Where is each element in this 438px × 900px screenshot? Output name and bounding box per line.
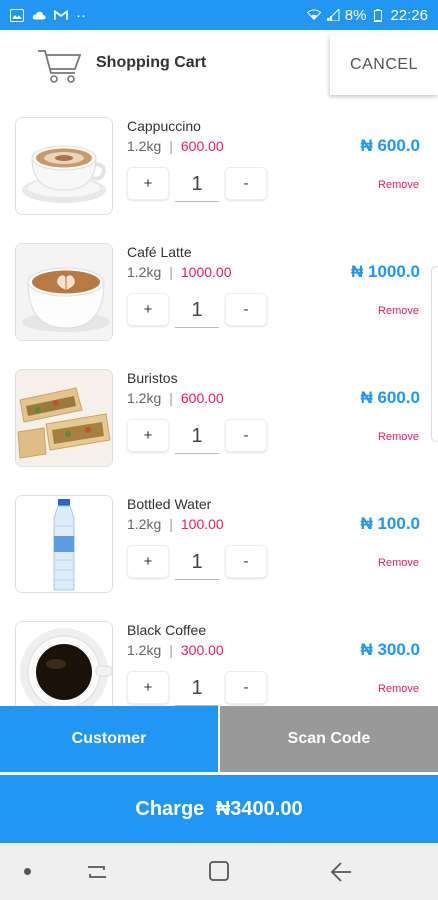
wifi-icon bbox=[306, 8, 321, 22]
quantity-value: 1 bbox=[175, 544, 219, 580]
signal-icon bbox=[326, 8, 340, 22]
increase-qty-button[interactable]: + bbox=[127, 167, 169, 200]
unit-price: 600.00 bbox=[180, 390, 224, 406]
cart-item: Bottled Water 1.2kg | 100.00 + 1 - ₦ 100.0… bbox=[0, 478, 438, 604]
gallery-icon bbox=[10, 8, 24, 22]
gmail-icon bbox=[54, 8, 68, 22]
cart-item: Cappuccino 1.2kg | 600.00 + 1 - ₦ 600.0 Re… bbox=[0, 100, 438, 226]
product-weight: 1.2kg bbox=[127, 642, 162, 658]
unit-price: 600.00 bbox=[180, 138, 224, 154]
charge-amount: ₦3400.00 bbox=[215, 797, 303, 820]
quantity-value: 1 bbox=[175, 418, 219, 454]
navigation-bar bbox=[0, 843, 438, 900]
unit-price: 300.00 bbox=[180, 642, 224, 658]
product-meta: 1.2kg | 600.00 bbox=[127, 390, 224, 406]
unit-price: 100.00 bbox=[180, 516, 224, 532]
quantity-value: 1 bbox=[175, 670, 219, 706]
increase-qty-button[interactable]: + bbox=[127, 671, 169, 704]
line-total: ₦ 100.0 bbox=[360, 514, 420, 533]
product-weight: 1.2kg bbox=[127, 138, 162, 154]
quantity-value: 1 bbox=[175, 166, 219, 202]
status-bar: ·· 8% 22:26 bbox=[0, 0, 438, 30]
battery-icon bbox=[371, 8, 385, 22]
remove-link[interactable]: Remove bbox=[378, 431, 419, 443]
product-meta: 1.2kg | 100.00 bbox=[127, 516, 224, 532]
product-name: Buristos bbox=[127, 370, 178, 386]
decrease-qty-button[interactable]: - bbox=[225, 545, 267, 578]
battery-percent: 8% bbox=[344, 6, 367, 24]
remove-link[interactable]: Remove bbox=[378, 179, 419, 191]
header: Shopping Cart CANCEL bbox=[0, 30, 438, 100]
meta-separator: | bbox=[169, 642, 173, 658]
line-total: ₦ 1000.0 bbox=[351, 262, 420, 281]
cart-item: Black Coffee 1.2kg | 300.00 + 1 - ₦ 300.0 … bbox=[0, 604, 438, 706]
product-meta: 1.2kg | 600.00 bbox=[127, 138, 224, 154]
product-weight: 1.2kg bbox=[127, 516, 162, 532]
product-name: Cappuccino bbox=[127, 118, 201, 134]
cancel-button[interactable]: CANCEL bbox=[330, 35, 438, 95]
increase-qty-button[interactable]: + bbox=[127, 419, 169, 452]
product-weight: 1.2kg bbox=[127, 390, 162, 406]
decrease-qty-button[interactable]: - bbox=[225, 419, 267, 452]
increase-qty-button[interactable]: + bbox=[127, 293, 169, 326]
customer-button[interactable]: Customer bbox=[0, 706, 218, 772]
remove-link[interactable]: Remove bbox=[378, 305, 419, 317]
meta-separator: | bbox=[169, 138, 173, 154]
nav-dot-icon[interactable] bbox=[24, 868, 31, 875]
product-weight: 1.2kg bbox=[127, 264, 162, 280]
decrease-qty-button[interactable]: - bbox=[225, 293, 267, 326]
meta-separator: | bbox=[169, 516, 173, 532]
remove-link[interactable]: Remove bbox=[378, 557, 419, 569]
product-image-black-coffee bbox=[15, 621, 113, 706]
unit-price: 1000.00 bbox=[180, 264, 232, 280]
status-dots: ·· bbox=[76, 6, 86, 24]
product-image-cappuccino bbox=[15, 117, 113, 215]
line-total: ₦ 300.0 bbox=[360, 640, 420, 659]
cart-item: Buristos 1.2kg | 600.00 + 1 - ₦ 600.0 Remo… bbox=[0, 352, 438, 478]
product-image-buristos bbox=[15, 369, 113, 467]
cart-item-list[interactable]: Cappuccino 1.2kg | 600.00 + 1 - ₦ 600.0 Re… bbox=[0, 100, 438, 706]
charge-button[interactable]: Charge ₦3400.00 bbox=[0, 775, 438, 843]
quantity-value: 1 bbox=[175, 292, 219, 328]
line-total: ₦ 600.0 bbox=[360, 388, 420, 407]
product-name: Bottled Water bbox=[127, 496, 212, 512]
page-title: Shopping Cart bbox=[96, 54, 207, 71]
recent-apps-icon[interactable] bbox=[82, 857, 112, 887]
product-name: Café Latte bbox=[127, 244, 192, 260]
decrease-qty-button[interactable]: - bbox=[225, 671, 267, 704]
clock: 22:26 bbox=[390, 6, 428, 24]
product-name: Black Coffee bbox=[127, 622, 207, 638]
app-root: ·· 8% 22:26 Shopping Cart CANCEL Cappucc… bbox=[0, 0, 438, 900]
home-icon[interactable] bbox=[207, 859, 231, 883]
remove-link[interactable]: Remove bbox=[378, 683, 419, 695]
scan-code-button[interactable]: Scan Code bbox=[220, 706, 438, 772]
product-image-bottled-water bbox=[15, 495, 113, 593]
line-total: ₦ 600.0 bbox=[360, 136, 420, 155]
decrease-qty-button[interactable]: - bbox=[225, 167, 267, 200]
cart-item: Café Latte 1.2kg | 1000.00 + 1 - ₦ 1000.0 … bbox=[0, 226, 438, 352]
increase-qty-button[interactable]: + bbox=[127, 545, 169, 578]
scrollbar[interactable] bbox=[431, 266, 438, 442]
shopping-cart-icon bbox=[36, 46, 84, 86]
charge-label: Charge bbox=[135, 797, 205, 820]
back-icon[interactable] bbox=[328, 859, 354, 885]
status-left: ·· bbox=[10, 7, 86, 24]
product-meta: 1.2kg | 300.00 bbox=[127, 642, 224, 658]
status-right: 8% 22:26 bbox=[306, 6, 428, 24]
product-meta: 1.2kg | 1000.00 bbox=[127, 264, 232, 280]
meta-separator: | bbox=[169, 390, 173, 406]
product-image-cafe-latte bbox=[15, 243, 113, 341]
meta-separator: | bbox=[169, 264, 173, 280]
cloud-icon bbox=[32, 8, 46, 22]
